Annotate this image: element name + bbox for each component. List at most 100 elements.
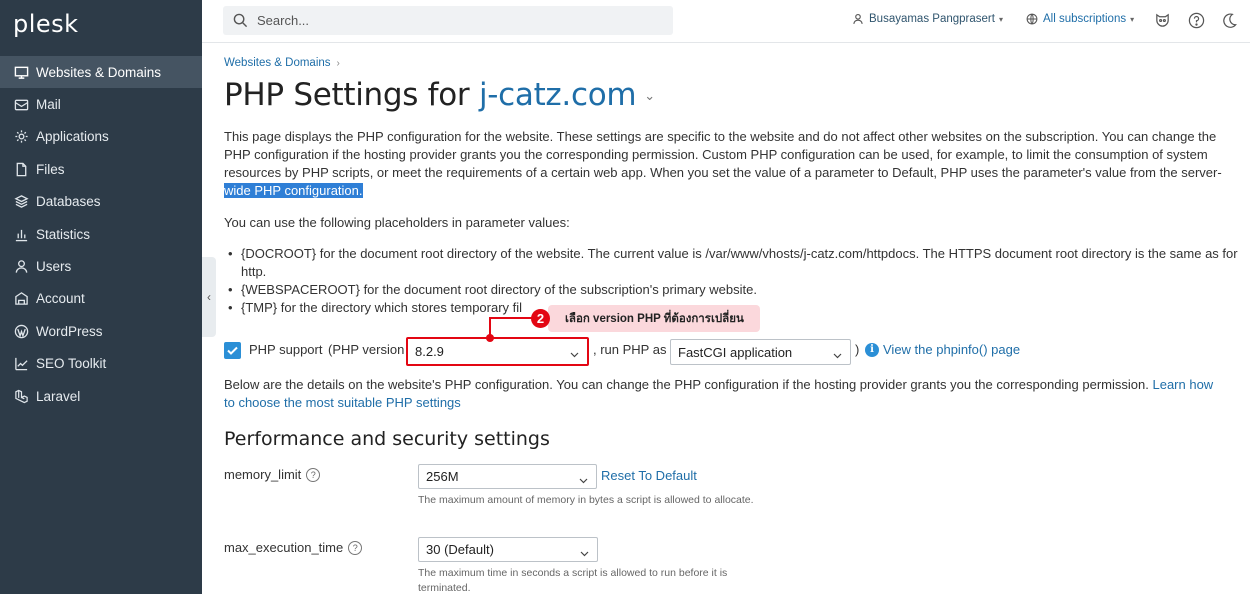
- sidebar-item-applications[interactable]: Applications: [0, 121, 202, 153]
- user-menu[interactable]: Busayamas Pangprasert ▾: [852, 13, 1003, 25]
- chart-icon: [13, 226, 29, 242]
- intro-text: This page displays the PHP configuration…: [224, 129, 1222, 180]
- gear-icon: [13, 129, 29, 145]
- placeholders-intro: You can use the following placeholders i…: [224, 215, 570, 230]
- check-icon: [227, 346, 238, 355]
- search-input[interactable]: Search...: [223, 6, 673, 35]
- reset-to-default-link[interactable]: Reset To Default: [601, 468, 697, 483]
- annotation-connector: [490, 317, 533, 319]
- user-name: Busayamas Pangprasert: [869, 13, 995, 25]
- annotation-callout: เลือก version PHP ที่ต้องการเปลี่ยน: [548, 305, 760, 332]
- sidebar-nav: Websites & Domains Mail Applications Fil…: [0, 56, 202, 412]
- memory-limit-select[interactable]: 256M: [418, 464, 597, 489]
- laravel-icon: [13, 388, 29, 404]
- globe-icon: [1026, 13, 1038, 25]
- file-icon: [13, 161, 29, 177]
- sidebar-item-laravel[interactable]: Laravel: [0, 380, 202, 412]
- field-name: max_execution_time: [224, 540, 344, 555]
- chevron-down-icon: [579, 473, 588, 484]
- chevron-down-icon[interactable]: ⌄: [644, 89, 655, 104]
- page-title: PHP Settings for j-catz.com ⌄: [224, 77, 655, 113]
- monitor-icon: [13, 64, 29, 80]
- community-icon[interactable]: [1154, 12, 1171, 29]
- list-item: {WEBSPACEROOT} for the document root dir…: [224, 281, 1244, 299]
- memory-limit-hint: The maximum amount of memory in bytes a …: [418, 494, 754, 506]
- chevron-down-icon: [580, 546, 589, 557]
- sidebar-item-users[interactable]: Users: [0, 250, 202, 282]
- list-item: {DOCROOT} for the document root director…: [224, 245, 1244, 281]
- user-icon: [853, 13, 863, 24]
- sidebar-item-label: Databases: [36, 194, 101, 210]
- run-php-as-select[interactable]: FastCGI application: [670, 339, 851, 365]
- field-name: memory_limit: [224, 467, 302, 482]
- intro-highlighted-text: wide PHP configuration.: [224, 183, 363, 198]
- account-icon: [13, 291, 29, 307]
- sidebar-item-label: SEO Toolkit: [36, 356, 107, 372]
- chevron-down-icon: ▾: [1130, 14, 1135, 24]
- help-icon[interactable]: ?: [348, 540, 363, 555]
- phpinfo-link-label: View the phpinfo() page: [883, 342, 1021, 357]
- subscriptions-label: All subscriptions: [1043, 13, 1127, 25]
- sidebar-item-label: Mail: [36, 97, 61, 113]
- sidebar-collapse-handle[interactable]: ‹: [202, 257, 216, 337]
- sidebar-item-files[interactable]: Files: [0, 153, 202, 185]
- sidebar-item-label: WordPress: [36, 323, 103, 339]
- search-placeholder: Search...: [257, 13, 310, 28]
- sidebar-item-label: Account: [36, 291, 85, 307]
- max-execution-time-label: max_execution_time ?: [224, 540, 363, 555]
- breadcrumb-separator: ›: [336, 57, 340, 69]
- chevron-down-icon: [570, 347, 579, 358]
- php-version-select[interactable]: 8.2.9: [406, 337, 589, 366]
- sidebar-item-mail[interactable]: Mail: [0, 88, 202, 120]
- page-title-domain[interactable]: j-catz.com: [479, 77, 637, 113]
- php-version-value: 8.2.9: [415, 344, 444, 359]
- breadcrumb-websites-domains[interactable]: Websites & Domains: [224, 57, 331, 69]
- section-title: Performance and security settings: [224, 428, 550, 450]
- sidebar-item-account[interactable]: Account: [0, 283, 202, 315]
- php-support-checkbox[interactable]: [224, 342, 241, 359]
- run-php-as-value: FastCGI application: [678, 344, 793, 360]
- sidebar-item-label: Files: [36, 161, 65, 177]
- chevron-down-icon: ▾: [998, 14, 1003, 24]
- sidebar-item-databases[interactable]: Databases: [0, 186, 202, 218]
- php-version-label: (PHP version: [328, 342, 405, 357]
- subscriptions-menu[interactable]: All subscriptions ▾: [1026, 13, 1134, 25]
- plesk-logo[interactable]: plesk: [13, 10, 79, 38]
- breadcrumb: Websites & Domains ›: [224, 57, 340, 69]
- mail-icon: [13, 97, 29, 113]
- learn-how-link[interactable]: Learn how: [1152, 377, 1213, 392]
- sidebar-item-label: Laravel: [36, 388, 81, 404]
- max-execution-time-hint: The maximum time in seconds a script is …: [418, 567, 728, 594]
- sidebar-item-label: Users: [36, 259, 72, 275]
- top-bar: Search... Busayamas Pangprasert ▾ All su…: [202, 0, 1250, 43]
- user-icon: [13, 259, 29, 275]
- sidebar-item-statistics[interactable]: Statistics: [0, 218, 202, 250]
- max-execution-time-value: 30 (Default): [426, 542, 494, 557]
- info-icon: i: [865, 342, 879, 357]
- learn-how-link-cont[interactable]: to choose the most suitable PHP settings: [224, 395, 461, 410]
- sidebar-item-websites-domains[interactable]: Websites & Domains: [0, 56, 202, 89]
- details-paragraph: Below are the details on the website's P…: [224, 376, 1244, 412]
- close-paren: ): [855, 342, 860, 357]
- memory-limit-value: 256M: [426, 469, 459, 484]
- database-icon: [13, 194, 29, 210]
- search-icon: [233, 13, 248, 28]
- help-icon[interactable]: [1188, 12, 1205, 29]
- seo-icon: [13, 356, 29, 372]
- phpinfo-link[interactable]: i View the phpinfo() page: [865, 342, 1020, 357]
- annotation-step-badge: 2: [531, 309, 550, 328]
- sidebar-item-wordpress[interactable]: WordPress: [0, 315, 202, 347]
- max-execution-time-select[interactable]: 30 (Default): [418, 537, 598, 562]
- sidebar-item-seo-toolkit[interactable]: SEO Toolkit: [0, 348, 202, 380]
- php-support-label: PHP support: [249, 342, 323, 357]
- details-text: Below are the details on the website's P…: [224, 377, 1149, 392]
- sidebar-item-label: Statistics: [36, 226, 91, 242]
- sidebar: plesk Websites & Domains Mail Applicatio…: [0, 0, 202, 594]
- moon-icon[interactable]: [1221, 12, 1238, 29]
- chevron-left-icon: ‹: [207, 290, 211, 304]
- help-icon[interactable]: ?: [306, 467, 321, 482]
- wordpress-icon: [13, 323, 29, 339]
- php-support-row: PHP support (PHP version 8.2.9 , run PHP…: [224, 337, 1244, 366]
- annotation-text: เลือก version PHP ที่ต้องการเปลี่ยน: [565, 312, 744, 325]
- sidebar-item-label: Websites & Domains: [36, 64, 162, 80]
